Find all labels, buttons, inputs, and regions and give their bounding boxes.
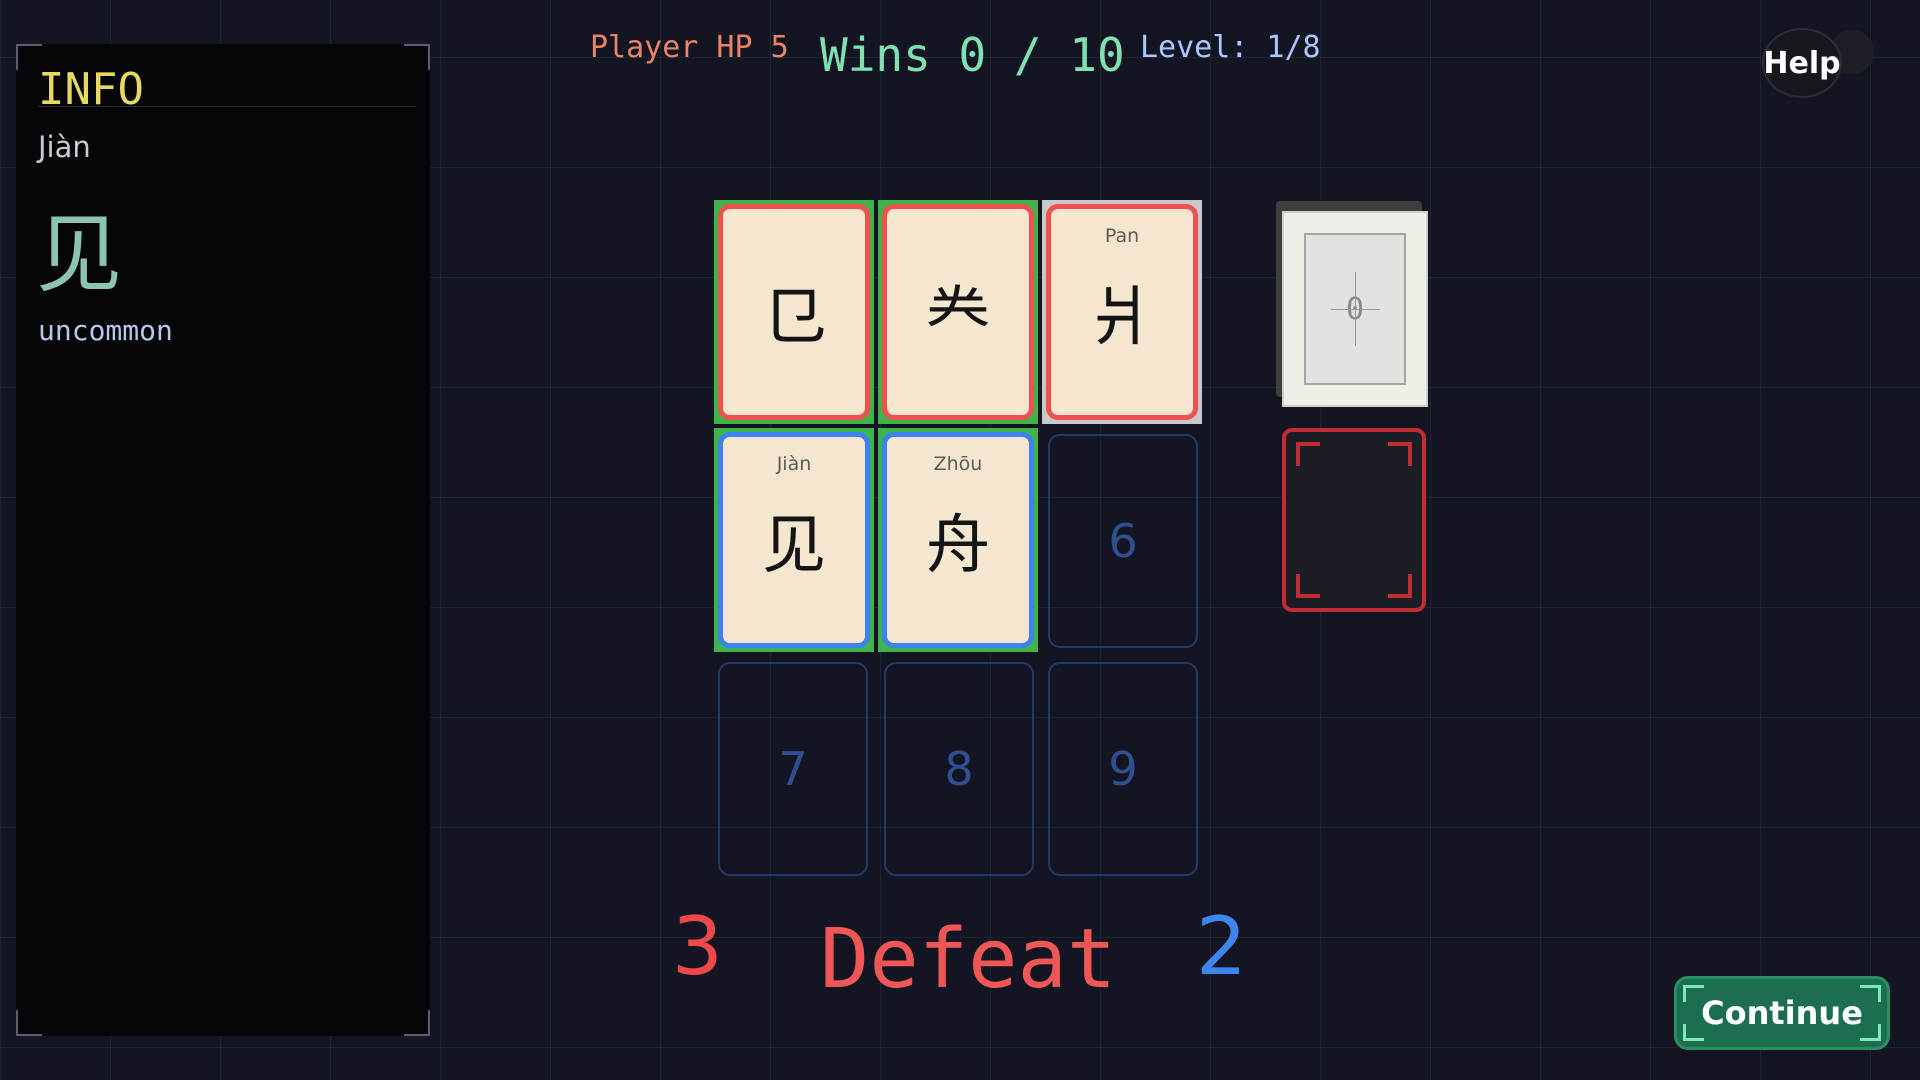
bracket-corner — [1683, 1024, 1704, 1041]
bracket-corner — [1860, 985, 1881, 1002]
player-hp: Player HP 5 — [590, 30, 789, 65]
board-slot-3[interactable]: Pan 爿 — [1042, 200, 1202, 424]
empty-slot-6[interactable]: 6 — [1048, 434, 1198, 648]
board-slot-1[interactable]: 㔾 — [714, 200, 874, 424]
bracket-corner — [1860, 1024, 1881, 1041]
help-button[interactable]: Help — [1762, 28, 1842, 98]
card-character: 龹 — [926, 281, 990, 355]
info-panel: INFO Jiàn 见 uncommon — [16, 44, 430, 1036]
enemy-card[interactable]: 㔾 — [718, 204, 870, 420]
continue-label: Continue — [1701, 994, 1863, 1032]
wins-counter: Wins 0 / 10 — [820, 28, 1125, 82]
enemy-card[interactable]: Pan 爿 — [1046, 204, 1198, 420]
continue-button[interactable]: Continue — [1674, 976, 1890, 1050]
card-pinyin: Pan — [1104, 225, 1140, 247]
deck-face: 0 — [1304, 233, 1406, 385]
game-screen: INFO Jiàn 见 uncommon Player HP 5 Wins 0 … — [0, 0, 1920, 1080]
bracket-corner — [1388, 574, 1412, 598]
panel-corner — [404, 44, 430, 70]
result-label: Defeat — [820, 912, 1117, 1007]
board-slot-2[interactable]: 龹 — [878, 200, 1038, 424]
empty-slot-8[interactable]: 8 — [884, 662, 1034, 876]
empty-slot-9[interactable]: 9 — [1048, 662, 1198, 876]
player-card[interactable]: Zhōu 舟 — [882, 432, 1034, 648]
card-pinyin: Zhōu — [933, 453, 983, 475]
discard-slot[interactable] — [1282, 428, 1426, 612]
panel-corner — [16, 1010, 42, 1036]
panel-corner — [404, 1010, 430, 1036]
enemy-score: 3 — [672, 900, 723, 993]
empty-slot-7[interactable]: 7 — [718, 662, 868, 876]
level-indicator: Level: 1/8 — [1140, 30, 1321, 65]
info-character: 见 — [36, 205, 122, 305]
card-character: 见 — [762, 509, 826, 583]
info-pinyin: Jiàn — [38, 130, 91, 164]
card-character: 㔾 — [762, 281, 826, 355]
bracket-corner — [1388, 442, 1412, 466]
bracket-corner — [1296, 442, 1320, 466]
enemy-card[interactable]: 龹 — [882, 204, 1034, 420]
info-divider — [38, 106, 416, 107]
info-rarity: uncommon — [38, 314, 173, 347]
card-character: 爿 — [1090, 281, 1154, 355]
draw-deck[interactable]: 0 — [1276, 201, 1430, 407]
bracket-corner — [1683, 985, 1704, 1002]
player-card[interactable]: Jiàn 见 — [718, 432, 870, 648]
card-pinyin: Jiàn — [776, 453, 812, 475]
player-score: 2 — [1196, 900, 1247, 993]
deck-top-card[interactable]: 0 — [1282, 211, 1428, 407]
card-character: 舟 — [926, 509, 990, 583]
board-slot-4[interactable]: Jiàn 见 — [714, 428, 874, 652]
board-slot-5[interactable]: Zhōu 舟 — [878, 428, 1038, 652]
bracket-corner — [1296, 574, 1320, 598]
info-title: INFO — [38, 64, 144, 115]
crosshair-icon — [1355, 272, 1356, 346]
